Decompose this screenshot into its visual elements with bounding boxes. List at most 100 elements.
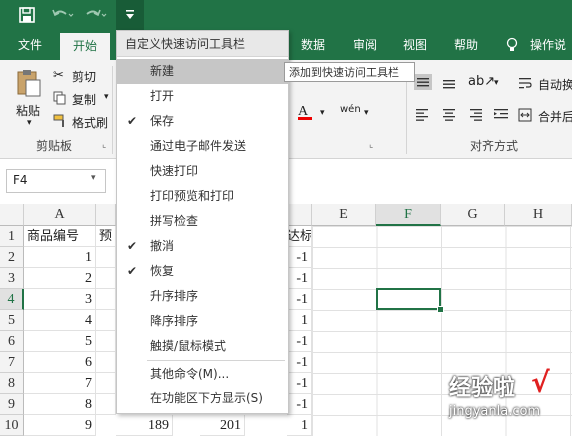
cell-d[interactable]: -1 <box>287 394 312 415</box>
column-header-h[interactable]: H <box>505 204 572 226</box>
column-header-f[interactable]: F <box>376 204 441 226</box>
tab-view[interactable]: 视图 <box>395 30 435 60</box>
cell-b[interactable] <box>96 394 116 415</box>
cell-a[interactable]: 8 <box>24 394 96 415</box>
cell-d[interactable]: -1 <box>287 352 312 373</box>
cell-b[interactable] <box>96 331 116 352</box>
copy-button[interactable]: 复制 <box>72 91 96 108</box>
menu-item-new[interactable]: 新建 <box>117 59 288 84</box>
menu-item-touch-mode[interactable]: 触摸/鼠标模式 <box>117 334 288 359</box>
cell-a[interactable]: 6 <box>24 352 96 373</box>
undo-icon[interactable] <box>50 6 74 24</box>
menu-item-spelling[interactable]: 拼写检查 <box>117 209 288 234</box>
font-dialog-launcher-icon[interactable]: ⌞ <box>369 140 373 150</box>
name-box-dropdown-icon[interactable]: ▾ <box>91 173 96 183</box>
menu-item-show-below[interactable]: 在功能区下方显示(S) <box>117 386 288 411</box>
format-painter-button[interactable]: 格式刷 <box>72 114 108 131</box>
row-header[interactable]: 2 <box>0 247 24 268</box>
menu-item-save[interactable]: ✔ 保存 <box>117 109 288 134</box>
row-header[interactable]: 8 <box>0 373 24 394</box>
cell-d[interactable]: -1 <box>287 373 312 394</box>
cell-d[interactable]: -1 <box>287 289 312 310</box>
font-color-dropdown-icon[interactable]: ▾ <box>320 108 325 118</box>
row-header[interactable]: 1 <box>0 226 24 247</box>
merge-center-button[interactable]: 合并后 <box>538 108 572 125</box>
column-header-e[interactable]: E <box>312 204 376 226</box>
cell-b[interactable] <box>96 289 116 310</box>
copy-dropdown-icon[interactable]: ▾ <box>104 92 109 102</box>
cell-a1[interactable]: 商品编号 <box>24 226 96 247</box>
menu-item-sort-desc[interactable]: 降序排序 <box>117 309 288 334</box>
tab-tell-me[interactable]: 操作说 <box>530 30 572 60</box>
cell-a[interactable]: 2 <box>24 268 96 289</box>
cell-b[interactable] <box>96 268 116 289</box>
orientation-icon[interactable]: ab↗ <box>468 74 495 89</box>
row-header[interactable]: 4 <box>0 289 24 310</box>
align-bottom-icon[interactable] <box>440 74 458 90</box>
menu-item-undo[interactable]: ✔ 撤消 <box>117 234 288 259</box>
column-header-a[interactable]: A <box>24 204 96 226</box>
tab-data[interactable]: 数据 <box>293 30 333 60</box>
cell-a[interactable]: 4 <box>24 310 96 331</box>
menu-item-label: 打开 <box>150 89 175 103</box>
menu-item-print-preview[interactable]: 打印预览和打印 <box>117 184 288 209</box>
paste-icon[interactable] <box>14 68 42 98</box>
cell-b[interactable] <box>96 247 116 268</box>
cell-d[interactable]: -1 <box>287 247 312 268</box>
customize-qat-icon[interactable] <box>116 0 144 30</box>
lightbulb-icon <box>504 37 520 53</box>
font-color-icon[interactable]: A <box>298 104 312 120</box>
cell-b1[interactable]: 预 <box>96 226 116 247</box>
cell-a[interactable]: 5 <box>24 331 96 352</box>
redo-icon[interactable] <box>84 6 108 24</box>
tab-review[interactable]: 审阅 <box>345 30 385 60</box>
cell-b[interactable] <box>96 310 116 331</box>
align-center-icon[interactable] <box>440 106 458 122</box>
selected-cell-f4[interactable] <box>376 288 441 310</box>
align-right-icon[interactable] <box>466 106 484 122</box>
cell-d1[interactable]: 达标 <box>287 226 312 247</box>
menu-item-more-commands[interactable]: 其他命令(M)... <box>117 362 288 387</box>
menu-item-label: 恢复 <box>150 264 175 278</box>
phonetic-icon[interactable]: wén <box>340 104 361 115</box>
cell-a[interactable]: 7 <box>24 373 96 394</box>
tab-file[interactable]: 文件 <box>8 30 52 60</box>
tab-home[interactable]: 开始 <box>60 33 110 60</box>
column-header-d[interactable] <box>287 204 312 226</box>
cell-a[interactable]: 1 <box>24 247 96 268</box>
row-header[interactable]: 5 <box>0 310 24 331</box>
cut-button[interactable]: 剪切 <box>72 68 96 85</box>
column-header-g[interactable]: G <box>441 204 505 226</box>
select-all-corner[interactable] <box>0 204 24 226</box>
menu-item-redo[interactable]: ✔ 恢复 <box>117 259 288 284</box>
cell-d[interactable]: 1 <box>287 310 312 331</box>
orientation-dropdown-icon[interactable]: ▾ <box>494 78 499 88</box>
row-header[interactable]: 7 <box>0 352 24 373</box>
cell-a[interactable]: 3 <box>24 289 96 310</box>
row-header[interactable]: 9 <box>0 394 24 415</box>
align-left-icon[interactable] <box>414 106 432 122</box>
dialog-launcher-icon[interactable]: ⌞ <box>102 140 106 150</box>
tab-help[interactable]: 帮助 <box>446 30 486 60</box>
check-icon: ✔ <box>127 264 138 278</box>
menu-item-email[interactable]: 通过电子邮件发送 <box>117 134 288 159</box>
menu-item-quick-print[interactable]: 快速打印 <box>117 159 288 184</box>
cell-b[interactable] <box>96 352 116 373</box>
fill-handle[interactable] <box>437 306 444 313</box>
paste-dropdown-icon[interactable]: ▾ <box>27 118 32 128</box>
cell-d[interactable]: -1 <box>287 268 312 289</box>
name-box[interactable]: F4 ▾ <box>6 169 106 193</box>
row-header[interactable]: 6 <box>0 331 24 352</box>
menu-item-sort-asc[interactable]: 升序排序 <box>117 284 288 309</box>
wrap-text-button[interactable]: 自动换 <box>538 76 572 93</box>
indent-icon[interactable] <box>492 106 510 122</box>
paste-button[interactable]: 粘贴 <box>16 102 40 119</box>
cell-b[interactable] <box>96 373 116 394</box>
align-middle-icon[interactable] <box>414 74 432 90</box>
cell-d[interactable]: -1 <box>287 331 312 352</box>
save-icon[interactable] <box>18 6 36 24</box>
column-header-b[interactable] <box>96 204 116 226</box>
menu-item-open[interactable]: 打开 <box>117 84 288 109</box>
row-header[interactable]: 3 <box>0 268 24 289</box>
phonetic-dropdown-icon[interactable]: ▾ <box>364 108 369 118</box>
